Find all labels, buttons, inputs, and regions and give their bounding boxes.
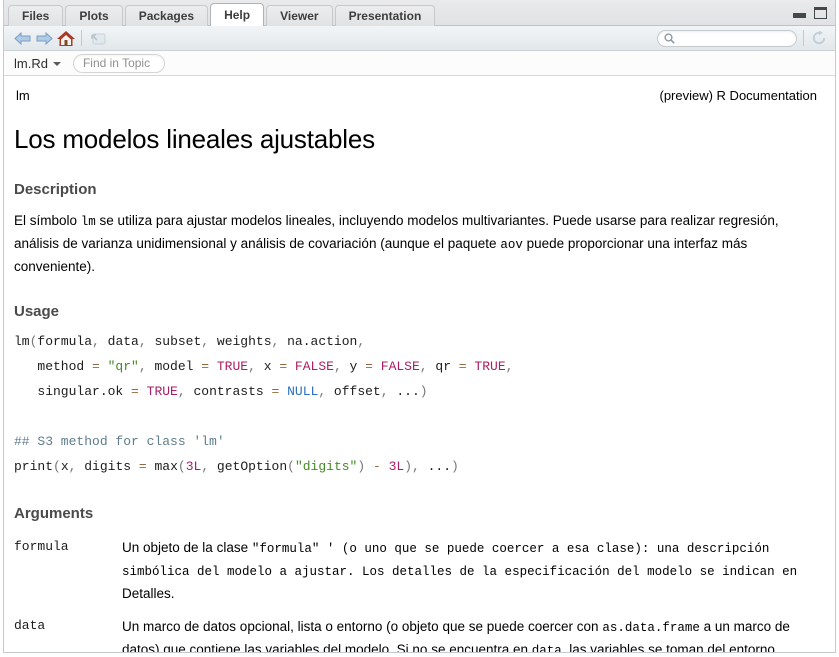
help-document: lm (preview) R Documentation Los modelos… — [4, 76, 835, 652]
chevron-down-icon — [53, 62, 61, 66]
doc-meta-topic: lm — [16, 88, 30, 103]
description-paragraph: El símbolo lm se utiliza para ajustar mo… — [14, 210, 819, 277]
forward-arrow-icon — [36, 32, 53, 45]
tab-presentation[interactable]: Presentation — [335, 5, 436, 26]
text-run: Detalles. — [122, 586, 175, 601]
tab-bar: FilesPlotsPackagesHelpViewerPresentation — [4, 0, 835, 26]
inline-code: lm — [81, 215, 96, 229]
minimize-icon[interactable] — [793, 13, 806, 18]
window-controls — [793, 7, 827, 19]
toolbar-separator — [81, 30, 82, 46]
inline-code: data — [532, 644, 562, 652]
usage-code-block: lm(formula, data, subset, weights, na.ac… — [14, 329, 819, 479]
tab-help[interactable]: Help — [210, 3, 264, 26]
back-arrow-icon — [14, 32, 31, 45]
tab-viewer[interactable]: Viewer — [266, 5, 332, 26]
search-icon — [664, 33, 675, 44]
argument-description: Un marco de datos opcional, lista o ento… — [122, 616, 819, 652]
inline-code: aov — [500, 238, 523, 252]
tab-plots[interactable]: Plots — [65, 5, 122, 26]
text-run: Un marco de datos opcional, lista o ento… — [122, 619, 602, 634]
doc-meta: lm (preview) R Documentation — [14, 88, 819, 103]
topic-bar: lm.Rd — [4, 51, 835, 76]
open-in-new-window-button[interactable] — [86, 28, 108, 48]
pane-frame: FilesPlotsPackagesHelpViewerPresentation — [3, 0, 836, 653]
section-heading-description: Description — [14, 181, 819, 198]
argument-description: Un objeto de la clase "formula" ' (o uno… — [122, 537, 819, 605]
page-title: Los modelos lineales ajustables — [14, 124, 819, 155]
maximize-icon[interactable] — [814, 7, 827, 19]
find-in-topic-input[interactable] — [73, 54, 165, 73]
argument-term: formula — [14, 537, 122, 605]
code-line: singular.ok = TRUE, contrasts = NULL, of… — [14, 379, 819, 404]
section-heading-usage: Usage — [14, 303, 819, 320]
help-search-box — [657, 30, 797, 47]
forward-button[interactable] — [33, 28, 55, 48]
topic-file-dropdown[interactable]: lm.Rd — [14, 56, 61, 71]
rstudio-help-pane: FilesPlotsPackagesHelpViewerPresentation — [0, 0, 839, 657]
home-icon — [57, 31, 75, 46]
refresh-button[interactable] — [810, 28, 828, 48]
code-line — [14, 404, 819, 429]
help-search-input[interactable] — [679, 32, 790, 44]
inline-code: as.data.frame — [602, 621, 700, 635]
text-run: Un objeto de la clase — [122, 540, 252, 555]
back-button[interactable] — [11, 28, 33, 48]
arguments-table: formulaUn objeto de la clase "formula" '… — [14, 537, 819, 652]
tab-files[interactable]: Files — [8, 5, 63, 26]
topic-file-label: lm.Rd — [14, 56, 48, 71]
text-run: El símbolo — [14, 213, 81, 228]
code-line: print(x, digits = max(3L, getOption("dig… — [14, 454, 819, 479]
code-line: method = "qr", model = TRUE, x = FALSE, … — [14, 354, 819, 379]
doc-meta-source: (preview) R Documentation — [659, 88, 817, 103]
code-line: ## S3 method for class 'lm' — [14, 429, 819, 454]
open-in-new-window-icon — [89, 31, 106, 45]
section-heading-arguments: Arguments — [14, 505, 819, 522]
argument-row-formula: formulaUn objeto de la clase "formula" '… — [14, 537, 819, 605]
text-run: , las variables se toman del entorno — [562, 642, 775, 652]
refresh-icon — [811, 30, 827, 46]
home-button[interactable] — [55, 28, 77, 48]
tabs: FilesPlotsPackagesHelpViewerPresentation — [8, 2, 437, 25]
help-toolbar — [4, 26, 835, 51]
toolbar-separator-2 — [803, 30, 804, 46]
tab-packages[interactable]: Packages — [125, 5, 208, 26]
code-line: lm(formula, data, subset, weights, na.ac… — [14, 329, 819, 354]
argument-row-data: dataUn marco de datos opcional, lista o … — [14, 616, 819, 652]
argument-term: data — [14, 616, 122, 652]
